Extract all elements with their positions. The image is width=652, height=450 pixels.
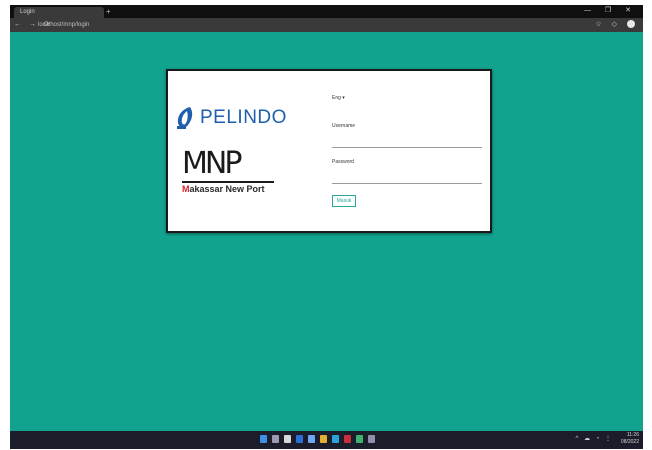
mnp-underline <box>182 181 274 183</box>
mnp-subtitle-rest: akassar New Port <box>189 184 265 194</box>
login-button[interactable]: Masuk <box>332 195 356 207</box>
system-tray-icons[interactable]: ^ ☁ ◔ ⋮ <box>576 435 613 442</box>
star-icon[interactable]: ☆ <box>595 21 605 28</box>
username-field[interactable] <box>332 135 482 148</box>
start-icon[interactable] <box>260 435 267 443</box>
browser-tab-bar: Login + — ❐ ✕ <box>10 5 643 18</box>
taskbar-clock[interactable]: 11:26 08/2022 <box>621 432 639 446</box>
task-view-icon[interactable] <box>284 435 291 443</box>
app-icon[interactable] <box>368 435 375 443</box>
browser-address-bar: ← → ⟳ localhost/mnp/login ☆ ◇ <box>10 18 643 32</box>
mnp-subtitle: Makassar New Port <box>182 184 265 194</box>
edge-icon[interactable] <box>332 435 339 443</box>
browser-tab[interactable]: Login <box>14 7 104 18</box>
language-value: Eng <box>332 95 341 101</box>
password-label: Password <box>332 159 354 165</box>
password-field[interactable] <box>332 171 482 184</box>
taskbar: ^ ☁ ◔ ⋮ 11:26 08/2022 <box>10 431 643 449</box>
browser-toolbar-icons[interactable]: ☆ ◇ <box>595 20 635 29</box>
mnp-wordmark: MNP <box>182 146 242 181</box>
pelindo-mark-icon <box>177 107 193 129</box>
window-controls[interactable]: — ❐ ✕ <box>584 6 637 14</box>
widgets-icon[interactable] <box>296 435 303 443</box>
mnp-subtitle-initial: M <box>182 184 190 194</box>
url-field[interactable]: localhost/mnp/login <box>38 20 538 30</box>
file-explorer-icon[interactable] <box>320 435 327 443</box>
store-icon[interactable] <box>344 435 351 443</box>
profile-avatar[interactable] <box>627 20 635 29</box>
search-icon[interactable] <box>272 435 279 443</box>
tab-title: Login <box>20 9 35 15</box>
clock-date: 08/2022 <box>620 439 639 445</box>
pelindo-wordmark: PELINDO <box>200 107 287 128</box>
desktop-screen: Login + — ❐ ✕ ← → ⟳ localhost/mnp/login … <box>10 5 643 449</box>
chat-icon[interactable] <box>308 435 315 443</box>
login-card: PELINDO MNP Makassar New Port Eng ▾ User… <box>166 69 492 233</box>
extension-icon[interactable]: ◇ <box>612 21 621 28</box>
chrome-icon[interactable] <box>356 435 363 443</box>
mnp-logo: MNP Makassar New Port <box>182 146 277 194</box>
username-label: Username <box>332 123 356 129</box>
chevron-down-icon: ▾ <box>342 95 345 101</box>
new-tab-button[interactable]: + <box>106 7 111 17</box>
language-selector[interactable]: Eng ▾ <box>332 95 345 101</box>
clock-time: 11:26 <box>626 432 639 438</box>
login-form: Eng ▾ Username Password Masuk <box>332 71 482 231</box>
